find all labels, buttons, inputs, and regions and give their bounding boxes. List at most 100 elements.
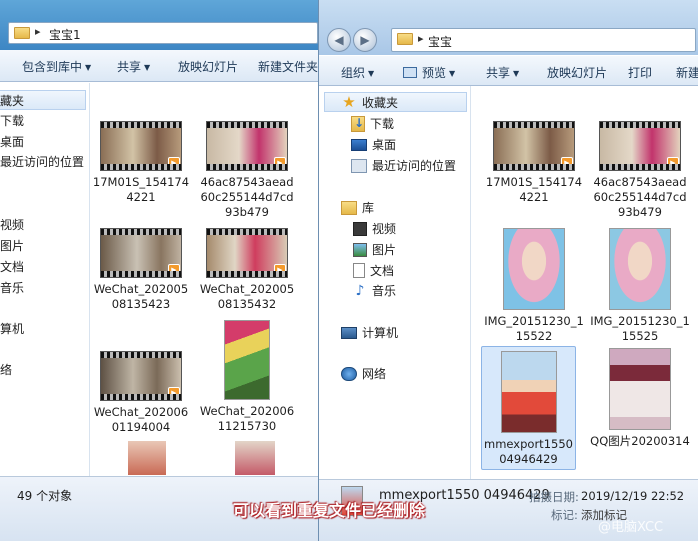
organize-button[interactable]: 组织 ▼ [341, 64, 374, 81]
nav-documents[interactable]: 文档 [0, 258, 24, 275]
file-item[interactable]: ▶ 17M01S_1541744221 [484, 121, 584, 205]
preview-button[interactable]: 预览 ▼ [403, 64, 455, 81]
desktop-icon [351, 138, 367, 151]
photo-thumbnail [609, 228, 671, 310]
recent-places-icon [351, 158, 367, 173]
video-library-icon [353, 221, 367, 236]
star-icon: ★ [342, 93, 356, 111]
file-item[interactable]: ▶ 46ac87543aead60c255144d7cd93b479 [590, 121, 690, 220]
back-arrow-icon[interactable]: ◀ [327, 28, 351, 52]
back-toolbar: 包含到库中 ▼ 共享 ▼ 放映幻灯片 新建文件夹 [0, 50, 322, 82]
chevron-down-icon: ▼ [368, 69, 375, 78]
nav-pictures[interactable]: 图片 [0, 237, 24, 254]
nav-favorites[interactable]: 藏夹 [0, 90, 86, 110]
nav-music[interactable]: ♪ 音乐 [353, 282, 396, 299]
forward-arrow-icon[interactable]: ▶ [353, 28, 377, 52]
video-thumbnail: ▶ [206, 121, 288, 171]
include-in-library-button[interactable]: 包含到库中 ▼ [22, 58, 91, 75]
file-name: WeChat_20200601194004 [93, 405, 189, 434]
nav-network[interactable]: 网络 [341, 365, 386, 382]
file-item[interactable]: IMG_20151230_115522 [484, 228, 584, 344]
overlay-caption: 可以看到重复文件已经删除 [233, 501, 426, 520]
nav-favorites[interactable]: ★ 收藏夹 [324, 92, 467, 112]
front-address-bar[interactable]: ▸ 宝宝 [391, 28, 696, 52]
breadcrumb-separator-icon: ▸ [35, 25, 41, 38]
slideshow-button[interactable]: 放映幻灯片 [178, 58, 238, 75]
play-icon: ▶ [168, 157, 180, 169]
back-window-titlebar: ▸ 宝宝1 [0, 0, 322, 50]
back-breadcrumb-folder[interactable]: 宝宝1 [49, 26, 81, 43]
nav-desktop[interactable]: 桌面 [351, 136, 396, 153]
nav-downloads[interactable]: 下载 [351, 115, 394, 132]
print-button[interactable]: 打印 [628, 64, 652, 81]
file-item[interactable]: ▶ WeChat_20200601194004 [91, 351, 191, 435]
nav-computer[interactable]: 算机 [0, 320, 24, 337]
nav-computer[interactable]: 计算机 [341, 324, 398, 341]
picture-library-icon [353, 242, 367, 257]
file-item[interactable]: ▶ 46ac87543aead60c255144d7cd93b479 [197, 121, 297, 220]
share-button[interactable]: 共享 ▼ [486, 64, 519, 81]
nav-desktop[interactable]: 桌面 [0, 133, 24, 150]
video-thumbnail: ▶ [206, 228, 288, 278]
new-folder-button[interactable]: 新建文件夹 [258, 58, 318, 75]
play-icon: ▶ [168, 387, 180, 399]
file-item-selected[interactable]: mmexport1550 04946429 [481, 346, 576, 470]
file-name: WeChat_20200508135423 [93, 282, 189, 311]
nav-pictures[interactable]: 图片 [353, 241, 396, 258]
photo-thumbnail-partial [235, 441, 275, 475]
play-icon: ▶ [168, 264, 180, 276]
folder-icon [14, 27, 30, 39]
file-item[interactable]: ▶ 17M01S_1541744221 [91, 121, 191, 205]
nav-recent[interactable]: 最近访问的位置 [351, 157, 456, 174]
file-name: 46ac87543aead60c255144d7cd93b479 [200, 175, 294, 219]
front-navigation-pane: ★收藏夹 下载 桌面 最近访问的位置 库 视频 图片 文档 ♪音乐 计算机 网络 [319, 86, 471, 479]
nav-music[interactable]: 音乐 [0, 279, 24, 296]
back-navigation-pane: 藏夹 下载 桌面 最近访问的位置 视频 图片 文档 音乐 算机 络 [0, 83, 90, 476]
details-tags-label: 标记: [551, 508, 578, 522]
item-count: 49 个对象 [17, 489, 73, 503]
folder-icon [397, 33, 413, 45]
chevron-down-icon: ▼ [85, 63, 92, 72]
nav-videos[interactable]: 视频 [353, 220, 396, 237]
back-file-list: ▶ 17M01S_1541744221 ▶ 46ac87543aead60c25… [91, 83, 322, 476]
photo-thumbnail [500, 351, 557, 433]
document-library-icon [353, 263, 365, 278]
video-thumbnail: ▶ [493, 121, 575, 171]
file-name: WeChat_20200611215730 [199, 404, 295, 433]
file-item[interactable]: ▶ WeChat_20200508135423 [91, 228, 191, 312]
nav-videos[interactable]: 视频 [0, 216, 24, 233]
nav-downloads[interactable]: 下载 [0, 112, 24, 129]
play-icon: ▶ [561, 157, 573, 169]
front-breadcrumb-folder[interactable]: 宝宝 [428, 33, 452, 50]
back-explorer-window: ▸ 宝宝1 包含到库中 ▼ 共享 ▼ 放映幻灯片 新建文件夹 藏夹 下载 桌面 最近… [0, 0, 322, 541]
library-icon [341, 200, 357, 215]
file-name: IMG_20151230_115522 [484, 314, 584, 343]
new-button[interactable]: 新建 [676, 64, 698, 81]
file-name: QQ图片20200314 [590, 434, 690, 448]
slideshow-button[interactable]: 放映幻灯片 [547, 64, 607, 81]
video-thumbnail: ▶ [100, 228, 182, 278]
file-name: 17M01S_1541744221 [92, 175, 190, 204]
nav-documents[interactable]: 文档 [353, 262, 394, 279]
photo-thumbnail [224, 320, 270, 400]
nav-recent[interactable]: 最近访问的位置 [0, 153, 84, 170]
nav-library[interactable]: 库 [341, 199, 374, 216]
share-button[interactable]: 共享 ▼ [117, 58, 150, 75]
video-thumbnail: ▶ [100, 121, 182, 171]
file-item[interactable]: QQ图片20200314 [590, 348, 690, 449]
video-thumbnail: ▶ [100, 351, 182, 401]
file-item[interactable]: IMG_20151230_115525 [590, 228, 690, 344]
front-toolbar: 组织 ▼ 预览 ▼ 共享 ▼ 放映幻灯片 打印 新建 [319, 56, 698, 86]
file-item[interactable]: ▶ WeChat_20200508135432 [197, 228, 297, 312]
back-address-bar[interactable]: ▸ 宝宝1 [8, 22, 318, 44]
file-item[interactable]: WeChat_20200611215730 [197, 320, 297, 434]
photo-thumbnail [503, 228, 565, 310]
file-name: IMG_20151230_115525 [590, 314, 690, 343]
file-name: mmexport1550 04946429 [484, 437, 573, 466]
nav-network[interactable]: 络 [0, 361, 12, 378]
play-icon: ▶ [274, 264, 286, 276]
photo-thumbnail [609, 348, 671, 430]
file-name: WeChat_20200508135432 [199, 282, 295, 311]
details-date-label: 拍摄日期: [529, 490, 579, 504]
download-folder-icon [351, 115, 365, 132]
